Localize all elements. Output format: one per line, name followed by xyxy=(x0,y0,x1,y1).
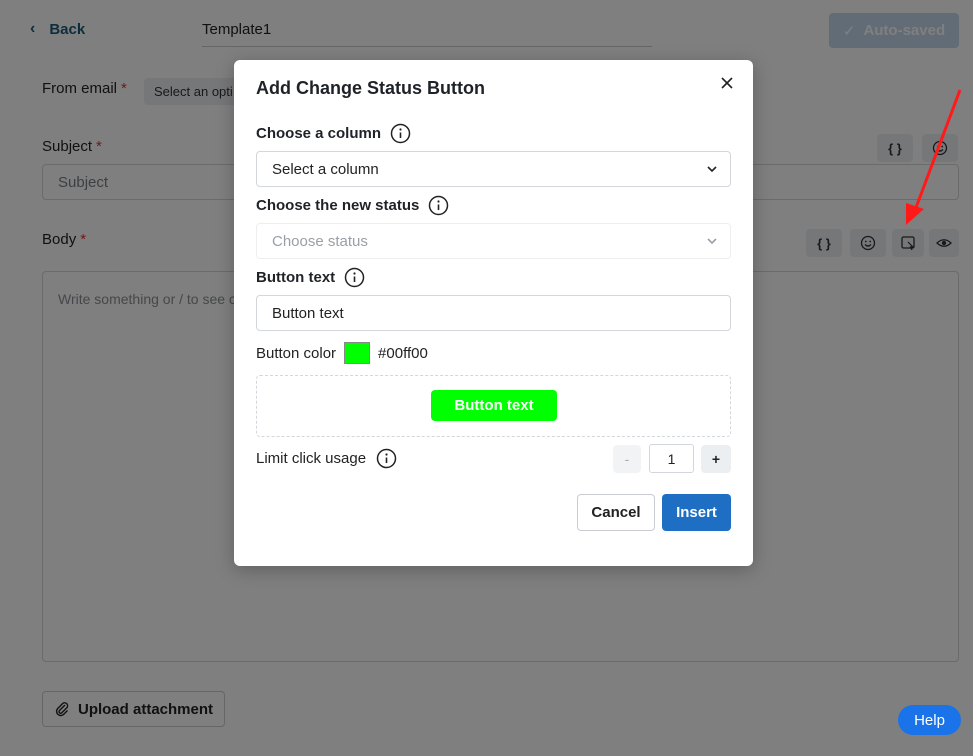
column-select-value: Select a column xyxy=(272,161,379,178)
button-text-input[interactable]: Button text xyxy=(256,295,731,331)
limit-click-usage-label: Limit click usage xyxy=(256,450,367,467)
increment-button[interactable]: + xyxy=(701,445,731,473)
button-color-label: Button color xyxy=(256,344,337,362)
color-hex-value[interactable]: #00ff00 xyxy=(378,345,428,362)
choose-column-label-text: Choose a column xyxy=(256,125,382,142)
click-limit-input[interactable]: 1 xyxy=(649,444,694,473)
cancel-button[interactable]: Cancel xyxy=(577,494,655,531)
info-icon[interactable] xyxy=(344,267,365,288)
choose-column-label: Choose a column xyxy=(256,123,411,144)
status-select-placeholder: Choose status xyxy=(272,233,368,250)
annotation-arrow-icon xyxy=(906,89,962,225)
chevron-down-icon xyxy=(707,166,717,173)
color-swatch[interactable] xyxy=(344,342,371,364)
column-select[interactable]: Select a column xyxy=(256,151,731,187)
button-preview-area: Button text xyxy=(256,375,731,437)
info-icon[interactable] xyxy=(428,195,449,216)
dialog-title: Add Change Status Button xyxy=(256,78,485,98)
decrement-button[interactable]: - xyxy=(613,445,641,473)
info-icon[interactable] xyxy=(390,123,411,144)
insert-button[interactable]: Insert xyxy=(662,494,731,531)
status-select[interactable]: Choose status xyxy=(256,223,731,259)
close-icon[interactable] xyxy=(716,72,738,94)
choose-status-label-text: Choose the new status xyxy=(256,197,420,214)
preview-button: Button text xyxy=(431,390,557,421)
help-button[interactable]: Help xyxy=(898,705,961,735)
info-icon[interactable] xyxy=(376,448,397,469)
button-text-label-text: Button text xyxy=(256,269,336,286)
limit-click-usage-row: Limit click usage xyxy=(256,448,397,469)
chevron-down-icon xyxy=(707,238,717,245)
choose-status-label: Choose the new status xyxy=(256,195,449,216)
add-change-status-button-dialog: Add Change Status Button Choose a column… xyxy=(234,60,753,566)
button-text-label: Button text xyxy=(256,267,365,288)
button-color-row: Button color #00ff00 xyxy=(256,342,428,364)
